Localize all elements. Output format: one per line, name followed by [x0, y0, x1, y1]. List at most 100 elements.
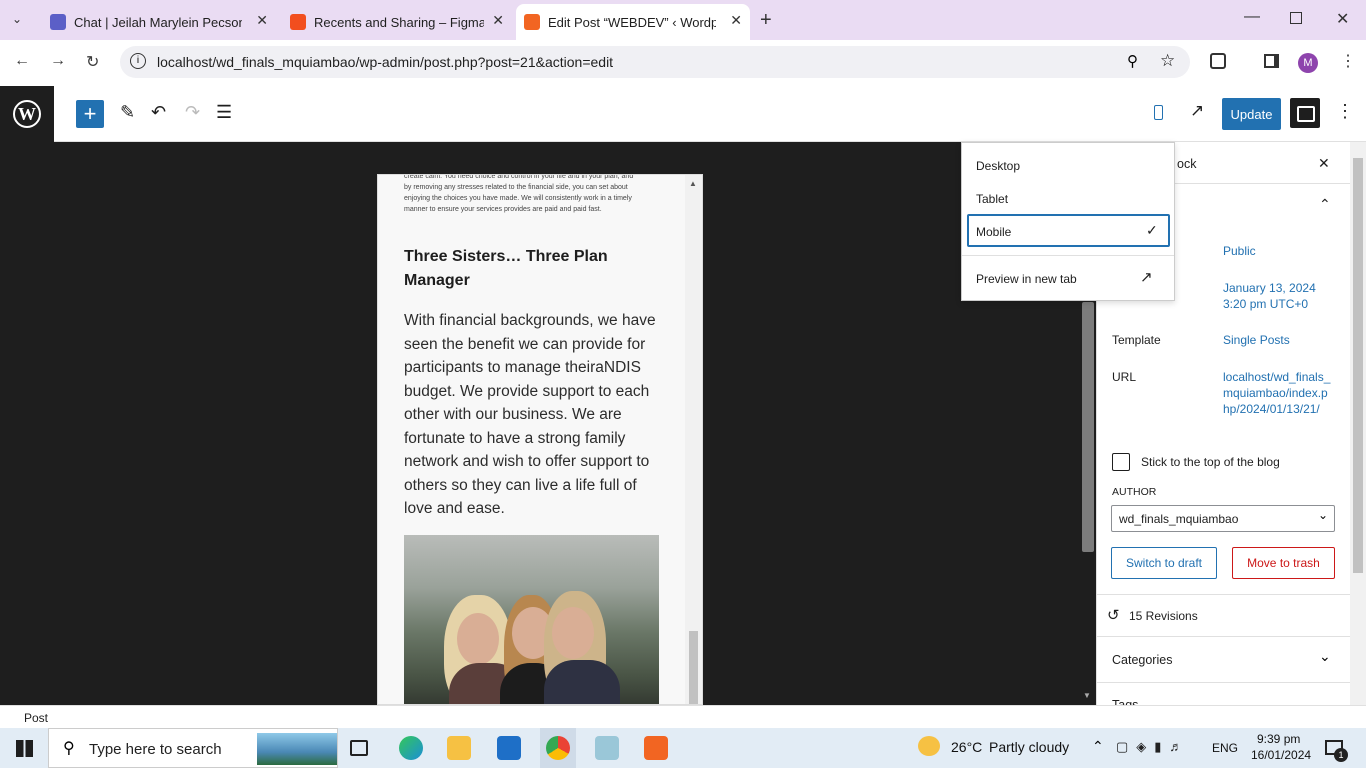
preview-dropdown: Desktop Tablet Mobile ✓ Preview in new t…	[961, 142, 1175, 301]
publish-date[interactable]: January 13, 2024	[1223, 280, 1316, 296]
mobile-preview-icon[interactable]	[1154, 105, 1163, 120]
update-button[interactable]: Update	[1222, 98, 1281, 130]
view-post-external-icon[interactable]: ↗	[1190, 101, 1204, 121]
sidebar-scroll-thumb[interactable]	[1353, 158, 1363, 573]
avatar[interactable]: M	[1298, 53, 1318, 73]
editor-footer: Post	[0, 705, 1366, 728]
post-heading[interactable]: Three Sisters… Three Plan Manager	[404, 245, 644, 293]
show-hidden-icons-icon[interactable]: ⌃	[1092, 738, 1104, 755]
browser-menu-icon[interactable]: ⋮	[1340, 51, 1356, 71]
switch-to-draft-button[interactable]: Switch to draft	[1111, 547, 1217, 579]
windows-taskbar: ⚲ Type here to search 26°C Partly cloudy…	[0, 728, 1366, 768]
chevron-down-icon: ⌄	[1318, 508, 1329, 522]
reload-icon[interactable]: ↻	[86, 52, 99, 72]
author-select-value: wd_finals_mquiambao	[1119, 512, 1239, 526]
preview-mobile-option[interactable]: Mobile ✓	[967, 214, 1170, 247]
url-label: URL	[1112, 370, 1137, 384]
redo-icon: ↷	[185, 102, 201, 122]
taskbar-search-placeholder: Type here to search	[89, 741, 222, 758]
weather-icon	[918, 736, 940, 756]
teams-icon	[50, 14, 66, 30]
preview-mobile-label: Mobile	[976, 225, 1012, 239]
document-overview-icon[interactable]: ☰	[216, 102, 232, 123]
publish-time[interactable]: 3:20 pm UTC+0	[1223, 296, 1308, 312]
settings-sidebar-toggle[interactable]	[1290, 98, 1320, 128]
undo-icon[interactable]: ↶	[151, 102, 166, 123]
post-paragraph[interactable]: With financial backgrounds, we have seen…	[404, 309, 666, 521]
mail-icon[interactable]	[497, 736, 521, 760]
scroll-up-icon[interactable]: ▲	[689, 179, 697, 188]
close-icon[interactable]: ✕	[492, 12, 504, 29]
forward-icon[interactable]: →	[50, 52, 66, 70]
xampp-icon	[524, 14, 540, 30]
preview-new-tab-option[interactable]: Preview in new tab	[976, 272, 1077, 286]
post-small-text[interactable]: create calm. You need choice and control…	[404, 175, 634, 215]
bookmark-star-icon[interactable]: ☆	[1160, 51, 1175, 71]
author-select[interactable]: wd_finals_mquiambao ⌄	[1111, 505, 1335, 532]
tab-teams[interactable]: Chat | Jeilah Marylein Pecson | M ✕	[40, 4, 276, 40]
address-bar: ← → ↻ i localhost/wd_finals_mquiambao/wp…	[0, 40, 1366, 86]
template-label: Template	[1112, 333, 1161, 347]
tools-pencil-icon[interactable]: ✎	[120, 102, 135, 123]
tab-wordpress[interactable]: Edit Post “WEBDEV” ‹ Wordpres ✕	[516, 4, 750, 40]
file-explorer-icon[interactable]	[447, 736, 471, 760]
url-text[interactable]: localhost/wd_finals_mquiambao/wp-admin/p…	[157, 54, 613, 70]
weather-desc[interactable]: Partly cloudy	[989, 739, 1069, 755]
tab-figma[interactable]: Recents and Sharing – Figma ✕	[280, 4, 512, 40]
revisions-history-icon: ↺	[1107, 607, 1120, 624]
options-menu-icon[interactable]: ⋮	[1336, 101, 1354, 122]
add-block-button[interactable]: +	[76, 100, 104, 128]
task-view-icon[interactable]	[350, 740, 368, 756]
xampp-taskbar-icon[interactable]	[644, 736, 668, 760]
preview-desktop-option[interactable]: Desktop	[976, 159, 1020, 173]
revisions-link[interactable]: 15 Revisions	[1129, 609, 1198, 623]
canvas-scroll-thumb[interactable]	[1082, 302, 1094, 552]
chrome-icon[interactable]	[546, 736, 570, 760]
tray-icons[interactable]: ▢◈▮♬	[1116, 739, 1190, 755]
edge-icon[interactable]	[399, 736, 423, 760]
new-tab-icon[interactable]: +	[760, 9, 772, 32]
wordpress-logo-icon[interactable]: W	[0, 86, 54, 142]
zoom-icon[interactable]: ⚲	[1127, 52, 1138, 70]
summary-collapse-icon[interactable]: ⌃	[1319, 196, 1331, 213]
editor-toolbar: W + ✎ ↶ ↷ ☰ ↗ Update ⋮	[0, 86, 1366, 142]
categories-panel-title[interactable]: Categories	[1112, 653, 1172, 667]
extensions-icon[interactable]	[1210, 53, 1226, 69]
side-panel-icon[interactable]	[1264, 54, 1279, 68]
permalink-value[interactable]: localhost/wd_finals_mquiambao/index.php/…	[1223, 369, 1331, 417]
weather-temp[interactable]: 26°C	[951, 739, 982, 755]
app-icon[interactable]	[595, 736, 619, 760]
language-indicator[interactable]: ENG	[1212, 741, 1238, 755]
taskbar-search-box[interactable]: ⚲ Type here to search	[48, 728, 338, 768]
chevron-down-icon[interactable]: ⌄	[1319, 648, 1331, 665]
preview-tablet-option[interactable]: Tablet	[976, 192, 1008, 206]
window-close-icon[interactable]: ✕	[1336, 9, 1349, 29]
block-tab-label[interactable]: ock	[1177, 157, 1196, 171]
template-value[interactable]: Single Posts	[1223, 332, 1290, 348]
tab-title: Chat | Jeilah Marylein Pecson | M	[74, 14, 242, 30]
site-info-icon[interactable]: i	[130, 53, 146, 69]
sticky-checkbox[interactable]	[1112, 453, 1130, 471]
frame-scrollbar[interactable]: ▲	[685, 175, 702, 704]
tab-search-chevron-icon[interactable]: ⌄	[12, 12, 22, 26]
frame-scroll-thumb[interactable]	[689, 631, 698, 704]
windows-start-icon[interactable]	[16, 740, 33, 757]
close-icon[interactable]: ✕	[256, 12, 268, 29]
sticky-label: Stick to the top of the blog	[1141, 455, 1280, 469]
clock-time[interactable]: 9:39 pm	[1257, 732, 1300, 746]
breadcrumb[interactable]: Post	[24, 711, 48, 725]
post-image[interactable]	[404, 535, 659, 704]
visibility-value[interactable]: Public	[1223, 243, 1256, 259]
back-icon[interactable]: ←	[14, 52, 30, 70]
minimize-icon[interactable]: —	[1244, 8, 1260, 26]
clock-date[interactable]: 16/01/2024	[1251, 748, 1311, 762]
close-sidebar-icon[interactable]: ✕	[1318, 155, 1330, 172]
omnibox[interactable]: i localhost/wd_finals_mquiambao/wp-admin…	[120, 46, 1190, 78]
editor-canvas: create calm. You need choice and control…	[0, 142, 1096, 705]
external-link-icon[interactable]: ↗	[1140, 268, 1153, 286]
canvas-scroll-down-icon[interactable]: ▼	[1083, 691, 1091, 700]
close-icon[interactable]: ✕	[730, 12, 742, 29]
restore-icon[interactable]	[1290, 12, 1302, 24]
move-to-trash-button[interactable]: Move to trash	[1232, 547, 1335, 579]
mobile-preview-frame: create calm. You need choice and control…	[377, 174, 703, 705]
